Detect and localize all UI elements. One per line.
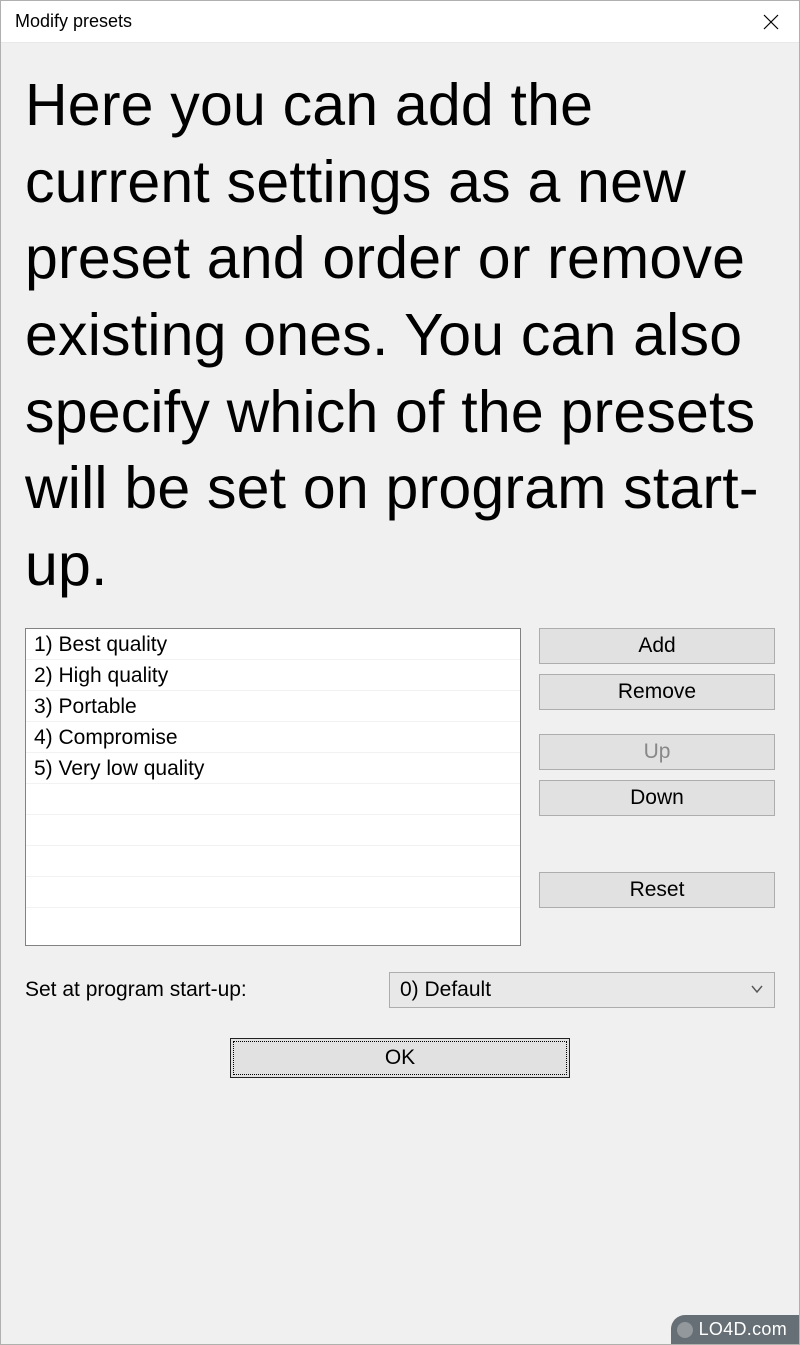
- up-button[interactable]: Up: [539, 734, 775, 770]
- dialog-content: Here you can add the current settings as…: [1, 43, 799, 1344]
- watermark-badge: LO4D.com: [671, 1315, 799, 1344]
- startup-row: Set at program start-up: 0) Default: [25, 972, 775, 1008]
- button-column: Add Remove Up Down Reset: [539, 628, 775, 946]
- chevron-down-icon: [750, 978, 764, 1002]
- close-icon: [763, 14, 779, 30]
- add-button[interactable]: Add: [539, 628, 775, 664]
- reset-button[interactable]: Reset: [539, 872, 775, 908]
- startup-selected-value: 0) Default: [400, 978, 491, 1002]
- watermark-icon: [677, 1322, 693, 1338]
- spacer: [539, 720, 775, 734]
- preset-listbox[interactable]: 1) Best quality 2) High quality 3) Porta…: [25, 628, 521, 946]
- ok-button[interactable]: OK: [230, 1038, 570, 1078]
- startup-label: Set at program start-up:: [25, 978, 365, 1002]
- ok-row: OK: [25, 1038, 775, 1078]
- spacer: [539, 826, 775, 872]
- watermark-text: LO4D.com: [699, 1319, 787, 1340]
- list-item-empty: [26, 908, 520, 939]
- list-item-empty: [26, 877, 520, 908]
- middle-row: 1) Best quality 2) High quality 3) Porta…: [25, 628, 775, 946]
- list-item[interactable]: 2) High quality: [26, 660, 520, 691]
- titlebar: Modify presets: [1, 1, 799, 43]
- startup-select[interactable]: 0) Default: [389, 972, 775, 1008]
- close-button[interactable]: [743, 1, 799, 43]
- list-item[interactable]: 3) Portable: [26, 691, 520, 722]
- down-button[interactable]: Down: [539, 780, 775, 816]
- dialog-window: Modify presets Here you can add the curr…: [0, 0, 800, 1345]
- window-title: Modify presets: [15, 11, 743, 32]
- list-item[interactable]: 5) Very low quality: [26, 753, 520, 784]
- list-item-empty: [26, 784, 520, 815]
- list-item[interactable]: 1) Best quality: [26, 629, 520, 660]
- list-item-empty: [26, 846, 520, 877]
- remove-button[interactable]: Remove: [539, 674, 775, 710]
- list-item[interactable]: 4) Compromise: [26, 722, 520, 753]
- description-text: Here you can add the current settings as…: [25, 67, 775, 604]
- list-item-empty: [26, 815, 520, 846]
